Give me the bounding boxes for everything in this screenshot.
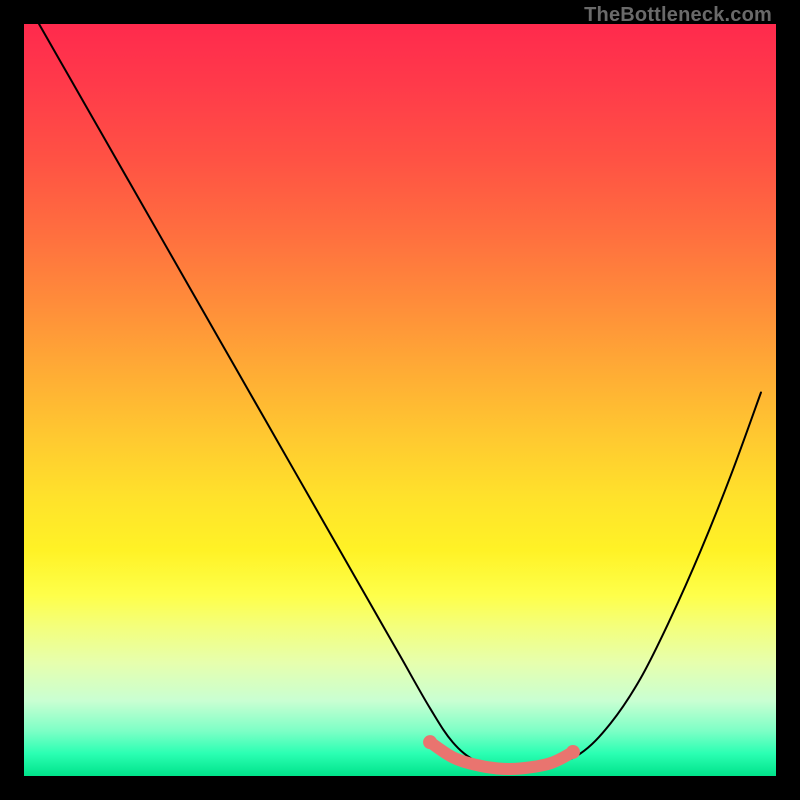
bottleneck-curve <box>39 24 761 769</box>
chart-frame: TheBottleneck.com <box>0 0 800 800</box>
highlight-end-dot <box>566 745 580 759</box>
plot-area <box>24 24 776 776</box>
curve-svg <box>24 24 776 776</box>
highlight-end-dot <box>423 735 437 749</box>
highlight-mid-dot <box>492 762 504 774</box>
